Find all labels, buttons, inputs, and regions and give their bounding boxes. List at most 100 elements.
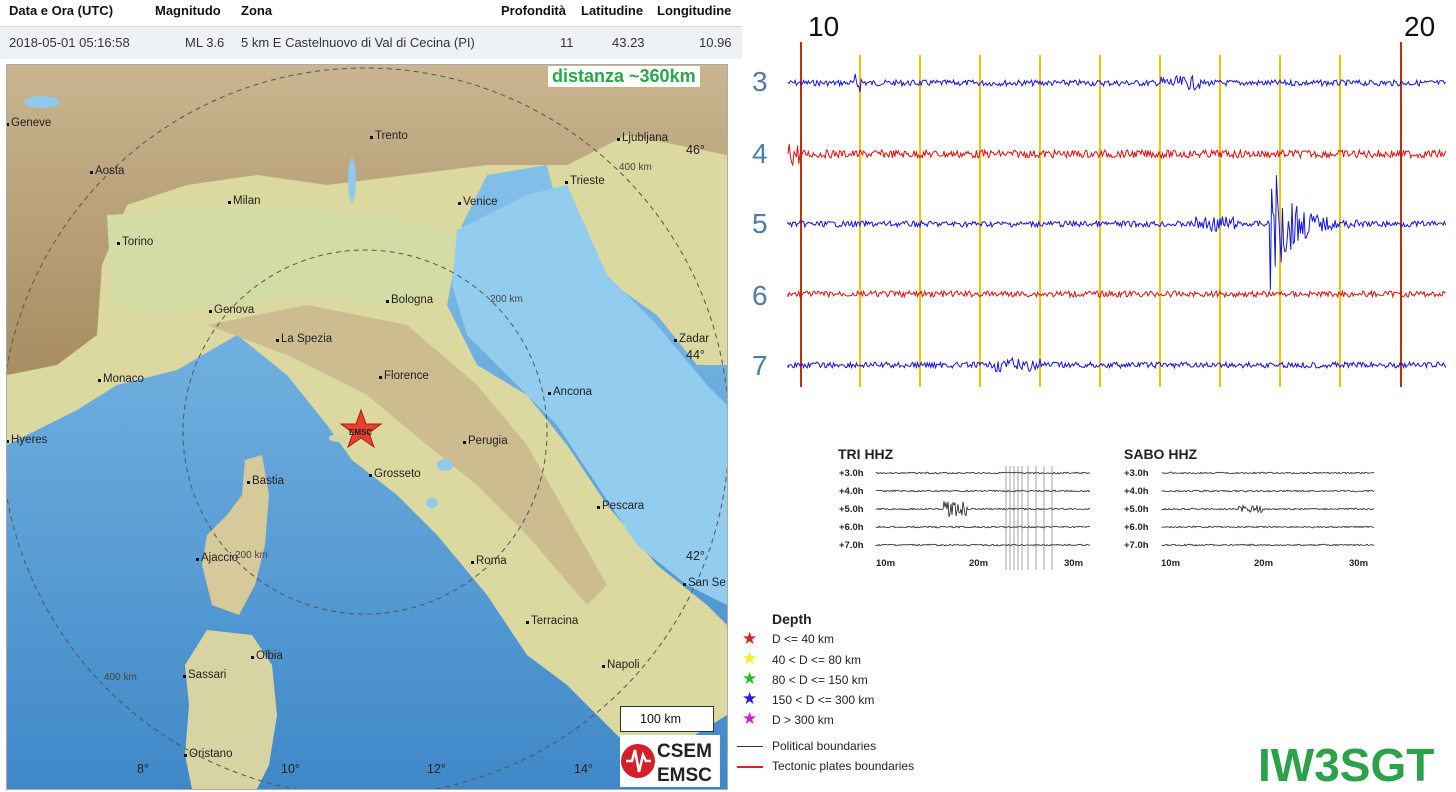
city-la-spezia: La Spezia [275, 333, 333, 345]
emsc-logo-icon: CSEM EMSC [621, 741, 712, 786]
sabo-title: SABO HHZ [1124, 446, 1198, 462]
city-oristano: Oristano [183, 748, 233, 760]
city-ajaccio: Ajaccio [195, 552, 239, 564]
distance-label: distanza ~360km [548, 66, 700, 87]
minute-label-20: 20 [1404, 11, 1436, 42]
city-geneve: Geneve [7, 117, 52, 129]
lon-tick: 10° [281, 762, 300, 776]
sabo-hour: +5.0h [1124, 504, 1149, 515]
seismic-trace [787, 73, 1446, 93]
lat-tick: 44° [686, 348, 705, 362]
tectonic-line-icon [737, 766, 763, 768]
sabo-minute: 20m [1254, 558, 1274, 569]
legend-item: 80 < D <= 150 km [772, 673, 868, 687]
lon-tick: 12° [427, 762, 446, 776]
seismic-trace [787, 175, 1447, 290]
ring-label: 200 km [235, 550, 268, 561]
row-label-3: 3 [752, 66, 768, 97]
tri-minute: 10m [876, 558, 896, 569]
tri-hour: +4.0h [839, 486, 864, 497]
city-trento: Trento [370, 130, 408, 142]
mini-trace [1161, 504, 1375, 514]
epicenter-map[interactable]: EMSC Geneve Aosta Trento Ljubljana Tries… [6, 64, 728, 790]
mini-trace [875, 471, 1091, 475]
city-napoli: Napoli [602, 659, 640, 671]
minute-label-10: 10 [808, 11, 840, 42]
tri-hour: +7.0h [839, 540, 864, 551]
legend-item: D <= 40 km [772, 632, 835, 646]
quake-table: Data e Ora (UTC) Magnitudo Zona Profondi… [0, 0, 742, 60]
city-zadar: Zadar [673, 333, 710, 345]
header-zone: Zona [241, 3, 273, 18]
star-blue-icon: ★ [742, 689, 758, 708]
city-venice: Venice [458, 196, 498, 208]
cell-datetime: 2018-05-01 05:16:58 [9, 35, 130, 50]
cell-depth: 11 [560, 35, 574, 50]
header-depth: Profondità [501, 3, 566, 18]
political-line-icon [737, 746, 763, 747]
city-ljubljana: Ljubljana [616, 132, 669, 144]
star-green-icon: ★ [742, 669, 758, 688]
city-sassari: Sassari [182, 669, 227, 681]
sabo-hour: +6.0h [1124, 522, 1149, 533]
emsc-logo[interactable]: CSEM EMSC [620, 735, 720, 787]
city-genova: Genova [208, 304, 255, 316]
station-callsign: IW3SGT [1258, 739, 1435, 791]
header-magnitude: Magnitudo [155, 3, 221, 18]
tri-minute: 30m [1064, 558, 1084, 569]
city-ancona: Ancona [547, 386, 593, 398]
city-olbia: Olbia [251, 650, 283, 662]
sabo-hour: +4.0h [1124, 486, 1149, 497]
helicorder-traces [787, 42, 1447, 387]
cell-longitude: 10.96 [699, 35, 732, 50]
city-pescara: Pescara [596, 500, 645, 512]
cell-magnitude: ML 3.6 [185, 35, 225, 50]
tri-hour: +3.0h [839, 468, 864, 479]
lon-tick: 14° [574, 762, 593, 776]
tri-hour: +6.0h [839, 522, 864, 533]
lon-tick: 8° [137, 762, 149, 776]
city-milan: Milan [227, 195, 261, 207]
lat-tick: 46° [686, 143, 705, 157]
star-yellow-icon: ★ [742, 649, 758, 668]
star-magenta-icon: ★ [742, 709, 758, 728]
helicorder-panel: 10 20 3 4 5 6 7 [740, 0, 1456, 400]
legend-item: 40 < D <= 80 km [772, 653, 862, 667]
mini-trace [875, 525, 1091, 529]
mini-helicorders [875, 466, 1375, 570]
tri-title: TRI HHZ [838, 446, 894, 462]
row-label-4: 4 [752, 138, 768, 169]
row-label-6: 6 [752, 280, 768, 311]
legend-item: D > 300 km [772, 713, 834, 727]
sabo-minute: 10m [1161, 558, 1181, 569]
tri-hour: +5.0h [839, 504, 864, 515]
mini-trace [875, 543, 1091, 547]
logo-csem: CSEM [657, 741, 712, 762]
star-red-icon: ★ [742, 629, 758, 648]
cell-zone: 5 km E Castelnuovo di Val di Cecina (PI) [241, 35, 475, 50]
sabo-hour: +3.0h [1124, 468, 1149, 479]
mini-trace [875, 489, 1091, 493]
row-label-5: 5 [752, 208, 768, 239]
ring-label: 400 km [104, 672, 137, 683]
legend-item: 150 < D <= 300 km [772, 693, 875, 707]
mini-trace [1161, 543, 1375, 547]
city-torino: Torino [116, 236, 154, 248]
city-aosta: Aosta [89, 165, 125, 177]
city-roma: Roma [471, 555, 507, 567]
sabo-minute: 30m [1349, 558, 1369, 569]
header-latitude: Latitudine [581, 3, 644, 18]
legend-title: Depth [772, 611, 812, 627]
epicenter-label: EMSC [349, 428, 373, 437]
lat-tick: 42° [686, 549, 705, 563]
cell-latitude: 43.23 [612, 35, 645, 50]
seismic-trace [787, 289, 1446, 299]
seismic-trace [787, 356, 1447, 373]
city-perugia: Perugia [463, 435, 508, 447]
seismic-trace [787, 143, 1447, 167]
ring-label: 200 km [490, 294, 523, 305]
city-florence: Florence [379, 370, 429, 382]
mini-trace [1161, 525, 1374, 529]
legend-political: Political boundaries [772, 739, 877, 753]
sabo-hour: +7.0h [1124, 540, 1149, 551]
